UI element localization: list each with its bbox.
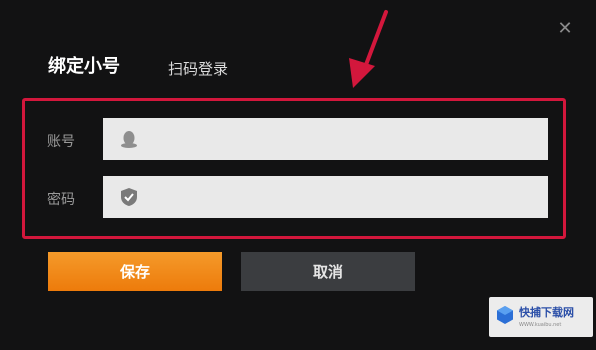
- watermark-subtext: WWW.kuaibu.net: [519, 322, 562, 328]
- password-field[interactable]: [103, 176, 548, 220]
- save-button[interactable]: 保存: [48, 252, 222, 291]
- account-field[interactable]: [103, 118, 548, 162]
- watermark: 快捕下载网 WWW.kuaibu.net: [489, 297, 593, 337]
- watermark-logo-icon: [497, 306, 513, 324]
- shield-icon: [121, 188, 137, 206]
- qq-penguin-icon: [121, 131, 137, 148]
- password-input[interactable]: [151, 176, 545, 220]
- watermark-text: 快捕下载网: [519, 306, 574, 319]
- account-input[interactable]: [151, 118, 545, 162]
- password-label: 密码: [47, 192, 75, 208]
- bind-account-dialog: ✕ 绑定小号 扫码登录 账号 密码 保存 取消 快捕下载网 WWW.kuaibu…: [0, 0, 596, 350]
- account-label: 账号: [47, 134, 75, 150]
- cancel-button[interactable]: 取消: [241, 252, 415, 291]
